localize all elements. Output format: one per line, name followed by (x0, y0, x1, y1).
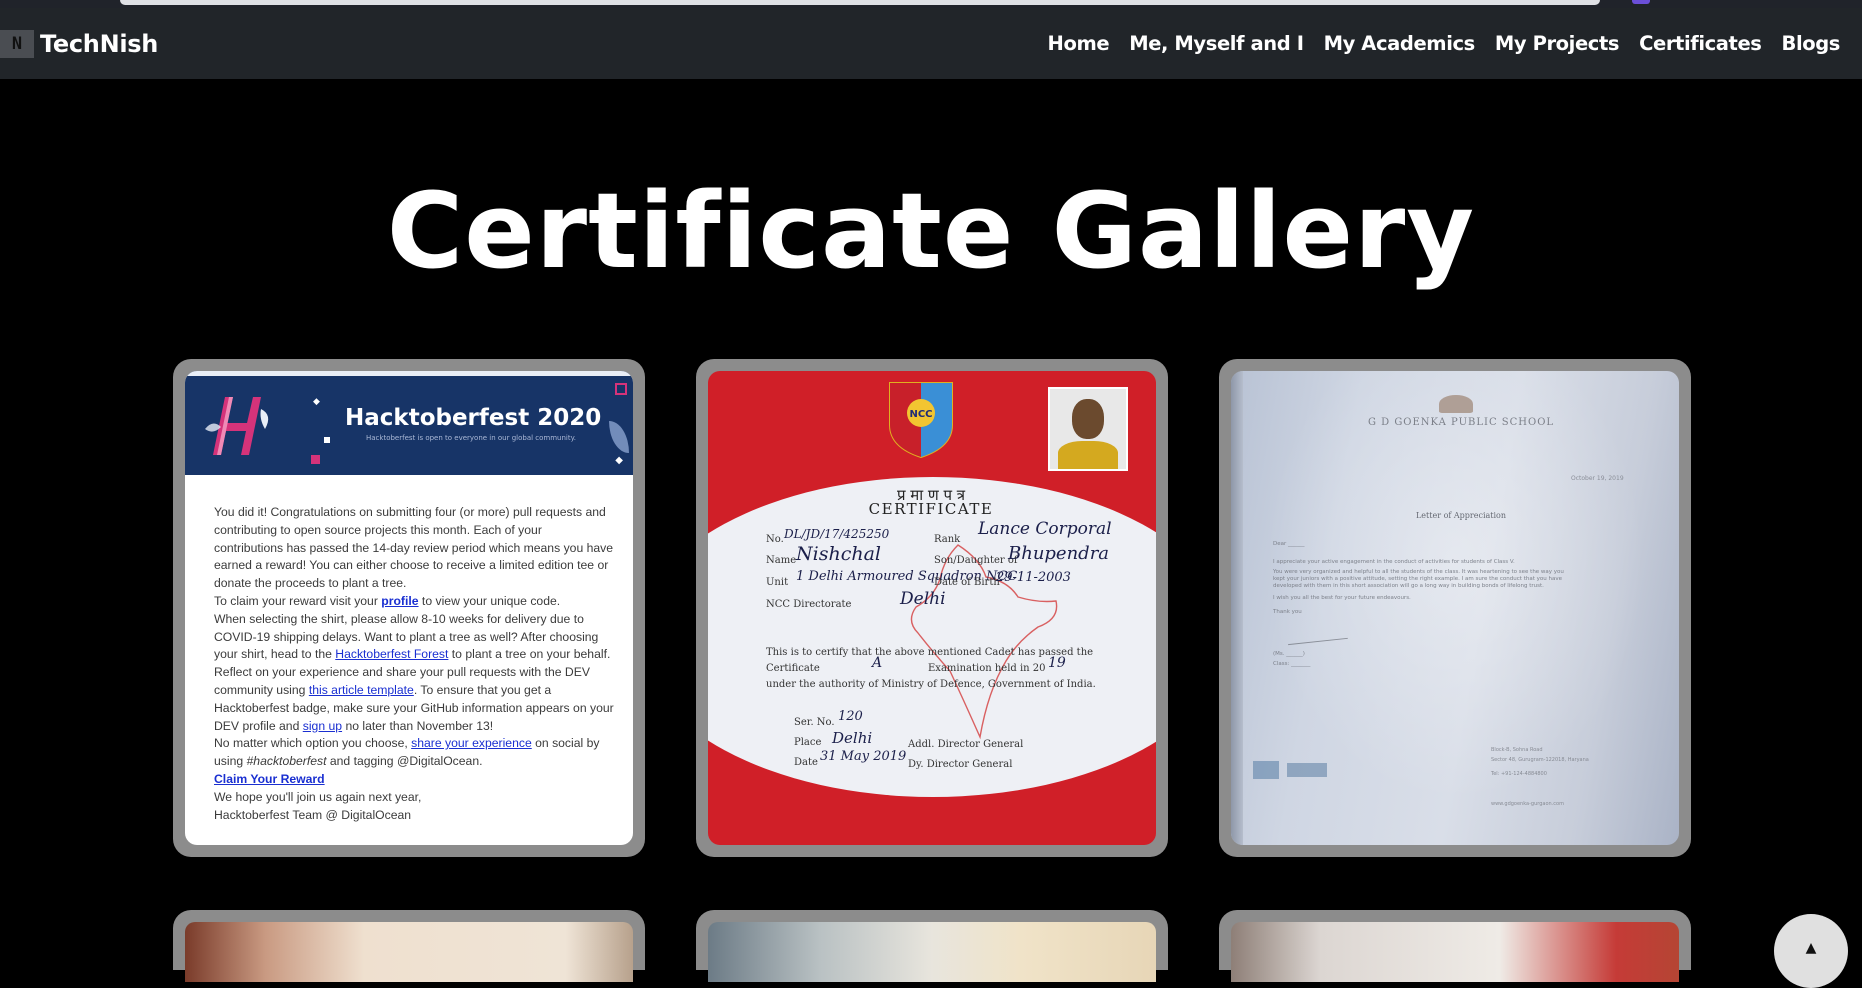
nav-link-blogs[interactable]: Blogs (1781, 32, 1840, 55)
nav-link-certificates[interactable]: Certificates (1639, 32, 1762, 55)
partner-logo (1253, 761, 1279, 779)
exam-year: 19 (1048, 655, 1066, 671)
certificate-title: CERTIFICATE (868, 500, 994, 518)
british-council-logo (1287, 763, 1327, 777)
email-body: You did it! Congratulations on submittin… (214, 504, 614, 824)
brand-link[interactable]: N TechNish (0, 29, 159, 58)
leaf-icon (609, 421, 629, 453)
nav-link-academics[interactable]: My Academics (1324, 32, 1476, 55)
certificate-card-ncc[interactable]: NCC प्र मा ण प त्र CERTIFICATE No. DL/JD… (696, 359, 1168, 857)
article-template-link[interactable]: this article template (309, 683, 414, 697)
nav-link-projects[interactable]: My Projects (1495, 32, 1620, 55)
serial-number: 120 (838, 709, 863, 724)
banner-subtitle: Hacktoberfest is open to everyone in our… (366, 434, 576, 442)
certificate-card-goenka[interactable]: G D GOENKA PUBLIC SCHOOL October 19, 201… (1219, 359, 1691, 857)
certificate-grade: A (872, 655, 883, 671)
navbar: N TechNish Home Me, Myself and I My Acad… (0, 8, 1862, 79)
cadet-rank: Lance Corporal (978, 519, 1112, 539)
cadet-dob: 29-11-2003 (996, 570, 1071, 585)
email-paragraph: You did it! Congratulations on submittin… (214, 505, 614, 591)
brand-logo-icon: N (0, 29, 34, 58)
ncc-directorate: Delhi (900, 589, 946, 609)
address-bar-edge (120, 0, 1600, 5)
certificate-image: ◆ Hacktoberfest 2020 Hacktoberfest is op… (185, 371, 633, 845)
hacktoberfest-banner: ◆ Hacktoberfest 2020 Hacktoberfest is op… (185, 371, 633, 475)
email-paragraph: When selecting the shirt, please allow 8… (214, 611, 611, 662)
nav-link-about[interactable]: Me, Myself and I (1129, 32, 1304, 55)
email-paragraph: To claim your reward visit your profile … (214, 593, 561, 608)
email-paragraph: We hope you'll join us again next year, (214, 789, 422, 804)
scroll-to-top-button[interactable]: ▲ (1774, 914, 1848, 988)
certificate-card-hacktoberfest[interactable]: ◆ Hacktoberfest 2020 Hacktoberfest is op… (173, 359, 645, 857)
nav-link-home[interactable]: Home (1048, 32, 1110, 55)
issue-date: 31 May 2019 (820, 749, 907, 764)
place: Delhi (832, 729, 873, 747)
certificate-card[interactable] (1219, 910, 1691, 982)
cadet-name: Nishchal (796, 543, 881, 565)
profile-link[interactable]: profile (381, 594, 418, 608)
browser-chrome-strip (0, 0, 1862, 8)
hacktoberfest-logo-icon (205, 397, 269, 455)
certificate-card[interactable] (696, 910, 1168, 982)
sign-up-link[interactable]: sign up (303, 719, 342, 733)
certificate-image: NCC प्र मा ण प त्र CERTIFICATE No. DL/JD… (708, 371, 1156, 845)
email-signature: Hacktoberfest Team @ DigitalOcean (214, 807, 412, 822)
chevron-up-icon: ▲ (1805, 940, 1817, 956)
share-experience-link[interactable]: share your experience (411, 736, 532, 750)
school-crest-icon (1439, 395, 1473, 413)
cadet-photo (1048, 387, 1128, 471)
email-paragraph: No matter which option you choose, share… (214, 736, 600, 769)
svg-text:NCC: NCC (909, 409, 932, 420)
certificate-number: DL/JD/17/425250 (784, 527, 890, 541)
certificate-card[interactable] (173, 910, 645, 982)
cadet-parent: Bhupendra (1008, 543, 1110, 564)
certificate-image (1231, 922, 1679, 982)
extension-icon (1632, 0, 1650, 4)
brand-name: TechNish (40, 29, 159, 58)
school-name: G D GOENKA PUBLIC SCHOOL (1367, 417, 1555, 428)
certificate-image: G D GOENKA PUBLIC SCHOOL October 19, 201… (1231, 371, 1679, 845)
claim-reward-link[interactable]: Claim Your Reward (214, 772, 325, 786)
ncc-crest-icon: NCC (889, 382, 953, 459)
email-paragraph: Reflect on your experience and share you… (214, 665, 614, 733)
letter-heading: Letter of Appreciation (1415, 511, 1507, 520)
certificate-image (185, 922, 633, 982)
certificate-image (708, 922, 1156, 982)
page-title: Certificate Gallery (386, 170, 1476, 292)
hacktoberfest-forest-link[interactable]: Hacktoberfest Forest (335, 647, 448, 661)
nav-links: Home Me, Myself and I My Academics My Pr… (1028, 8, 1841, 79)
banner-title: Hacktoberfest 2020 (345, 405, 602, 431)
